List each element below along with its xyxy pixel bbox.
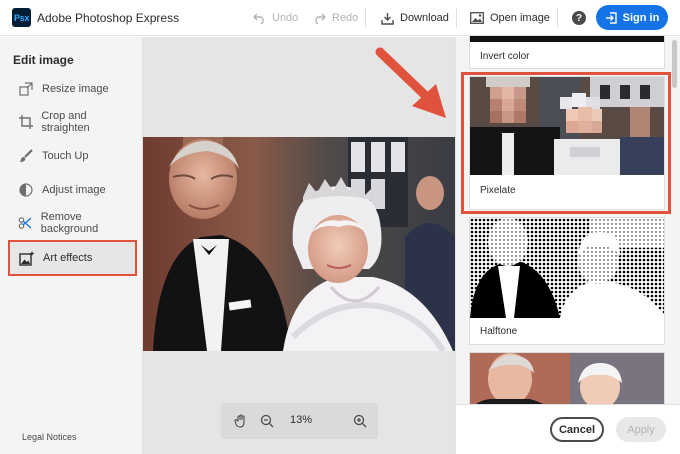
sign-in-button[interactable]: Sign in	[596, 5, 668, 30]
toolbar-divider	[557, 8, 558, 28]
help-icon[interactable]: ?	[572, 11, 586, 25]
crop-icon	[18, 114, 33, 130]
app-title: Adobe Photoshop Express	[37, 11, 180, 25]
effects-scrollbar[interactable]	[672, 40, 677, 88]
cancel-button[interactable]: Cancel	[550, 417, 604, 442]
undo-button[interactable]: Undo	[252, 0, 298, 36]
pixelate-highlight-box	[461, 72, 671, 214]
action-footer: Cancel Apply	[456, 404, 680, 454]
sidebar-item-resize-image[interactable]: Resize image	[12, 76, 134, 102]
sidebar-item-crop[interactable]: Crop and straighten	[12, 109, 134, 135]
edited-photo[interactable]	[143, 137, 455, 351]
zoom-out-icon[interactable]	[259, 413, 275, 429]
sidebar-item-touch-up[interactable]: Touch Up	[12, 143, 134, 169]
undo-icon	[252, 11, 266, 25]
toolbar-divider	[365, 8, 366, 28]
app-logo: Psx	[12, 8, 31, 27]
remove-bg-icon	[18, 215, 33, 231]
toolbar-divider	[456, 8, 457, 28]
brush-icon	[18, 148, 34, 164]
effect-card-halftone[interactable]: Halftone	[469, 217, 665, 345]
art-effects-icon	[19, 250, 35, 266]
legal-notices-link[interactable]: Legal Notices	[22, 432, 77, 442]
effect-card-next[interactable]	[469, 352, 665, 412]
sidebar-item-remove-background[interactable]: Remove background	[12, 210, 134, 236]
redo-button[interactable]: Redo	[312, 0, 358, 36]
annotation-arrow-icon	[375, 47, 446, 118]
sign-in-icon	[605, 11, 617, 24]
zoom-controls: 13%	[221, 403, 378, 439]
download-button[interactable]: Download	[380, 0, 449, 36]
adjust-icon	[18, 182, 34, 198]
effect-card-invert-color[interactable]: Invert color	[469, 35, 665, 69]
top-bar: Psx Adobe Photoshop Express Undo Redo Do…	[0, 0, 680, 36]
resize-icon	[18, 81, 34, 97]
apply-button[interactable]: Apply	[616, 417, 666, 442]
download-icon	[380, 11, 394, 25]
sidebar-item-art-effects[interactable]: Art effects	[8, 240, 137, 276]
hand-icon[interactable]	[233, 413, 249, 429]
zoom-in-icon[interactable]	[352, 413, 368, 429]
invert-thumbnail	[470, 36, 664, 42]
halftone-thumbnail	[470, 218, 664, 318]
edit-sidebar: Edit image Resize image Crop and straigh…	[0, 37, 143, 454]
sidebar-item-adjust-image[interactable]: Adjust image	[12, 177, 134, 203]
open-image-button[interactable]: Open image	[470, 0, 550, 36]
zoom-level: 13%	[289, 414, 313, 426]
sidebar-heading: Edit image	[13, 53, 74, 67]
image-icon	[470, 11, 484, 25]
redo-icon	[312, 11, 326, 25]
